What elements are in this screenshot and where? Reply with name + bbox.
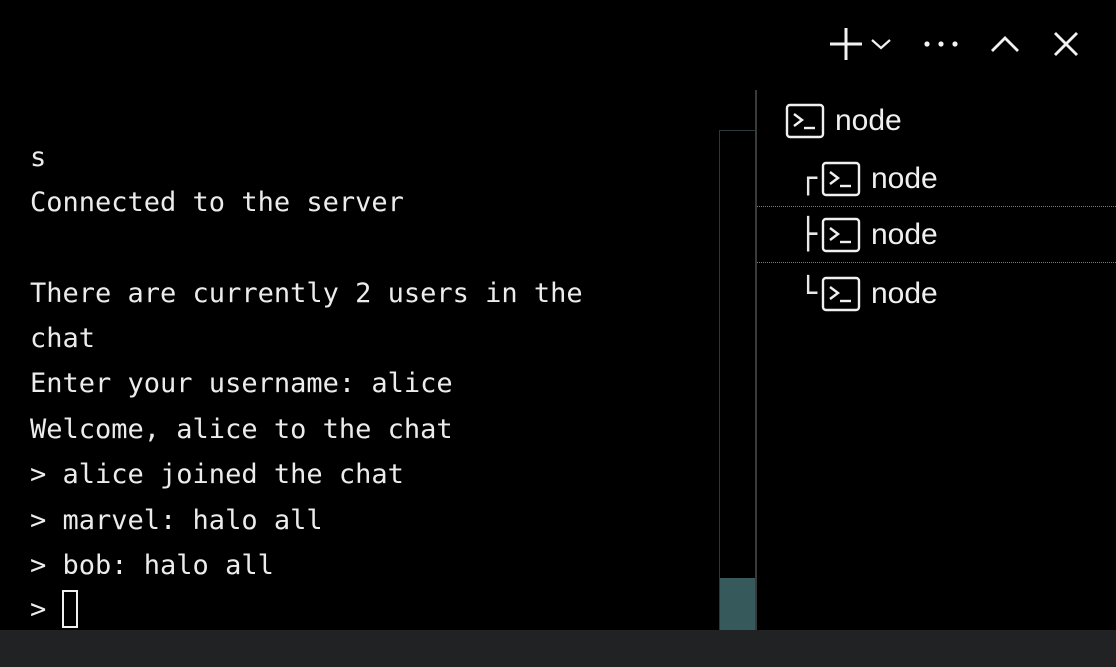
chevron-up-icon bbox=[991, 36, 1019, 52]
tab-label: node bbox=[871, 161, 938, 195]
scrollbar-thumb[interactable] bbox=[720, 578, 755, 630]
tab-item-node-root[interactable]: node bbox=[757, 92, 1116, 149]
terminal-window: s Connected to the server There are curr… bbox=[0, 0, 1116, 667]
terminal-line: Welcome, alice to the chat bbox=[30, 414, 453, 445]
prompt-symbol: > bbox=[30, 593, 47, 625]
terminal-icon bbox=[821, 217, 861, 252]
ellipsis-icon bbox=[924, 41, 958, 47]
terminal-line: Connected to the server bbox=[30, 187, 404, 218]
toolbar bbox=[826, 18, 1086, 70]
vertical-scrollbar[interactable] bbox=[719, 130, 755, 630]
status-bar bbox=[0, 630, 1116, 667]
tree-connector: ├ bbox=[798, 217, 817, 252]
prompt-line[interactable]: > bbox=[30, 589, 79, 629]
plus-icon bbox=[830, 28, 862, 60]
terminal-icon bbox=[821, 161, 861, 196]
more-options-button[interactable] bbox=[916, 18, 966, 70]
chevron-down-icon bbox=[871, 39, 891, 50]
tab-item-node-1[interactable]: ┌ node bbox=[757, 150, 1116, 207]
terminal-line: > bob: halo all bbox=[30, 550, 274, 581]
tab-tree-panel: node ┌ node ├ node └ node bbox=[755, 90, 1116, 630]
terminal-line: There are currently 2 users in the bbox=[30, 278, 583, 309]
tab-item-node-3[interactable]: └ node bbox=[757, 265, 1116, 322]
terminal-line: Enter your username: alice bbox=[30, 368, 453, 399]
terminal-line: chat bbox=[30, 323, 96, 354]
tab-label: node bbox=[835, 103, 902, 137]
terminal-icon bbox=[821, 276, 861, 311]
terminal-line: > marvel: halo all bbox=[30, 505, 323, 536]
terminal-output[interactable]: s Connected to the server There are curr… bbox=[0, 130, 718, 630]
new-tab-dropdown-button[interactable] bbox=[866, 18, 896, 70]
tree-connector: └ bbox=[798, 276, 817, 311]
tab-label: node bbox=[871, 276, 938, 310]
close-icon bbox=[1054, 32, 1078, 56]
terminal-line: > alice joined the chat bbox=[30, 459, 404, 490]
maximize-button[interactable] bbox=[980, 18, 1030, 70]
terminal-icon bbox=[785, 103, 825, 138]
terminal-line: s bbox=[30, 142, 47, 173]
close-button[interactable] bbox=[1046, 18, 1086, 70]
tree-connector: ┌ bbox=[798, 161, 817, 196]
text-cursor bbox=[62, 590, 79, 628]
tab-item-node-2[interactable]: ├ node bbox=[757, 206, 1116, 263]
tab-label: node bbox=[871, 217, 938, 251]
new-tab-button[interactable] bbox=[826, 18, 866, 70]
